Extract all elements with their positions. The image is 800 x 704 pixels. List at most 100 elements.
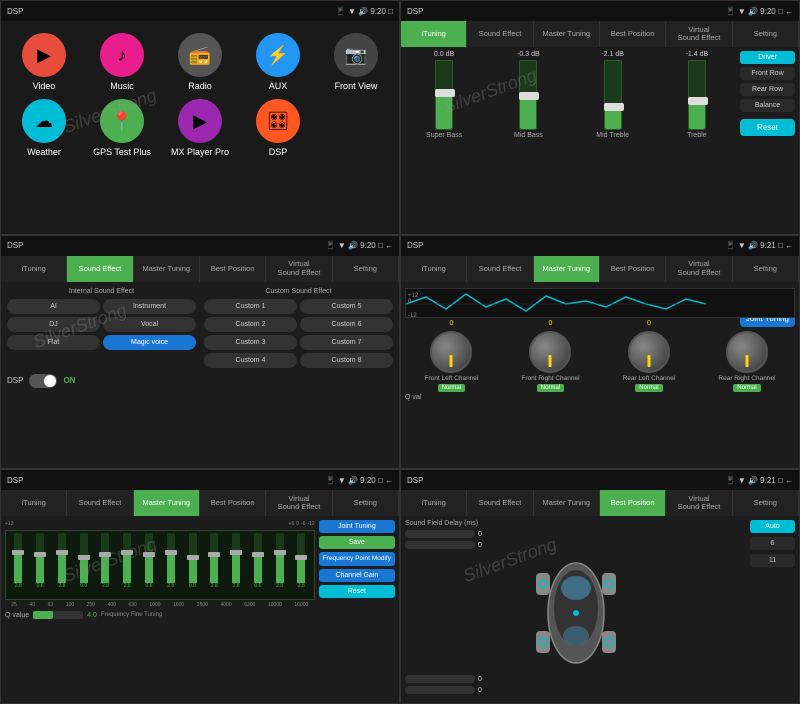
tab-ituning[interactable]: iTuning	[401, 21, 467, 47]
pos-6-btn[interactable]: 6	[750, 537, 795, 550]
eq-fader-4[interactable]: 0.0	[73, 533, 94, 597]
tab-best-4[interactable]: Best Position	[600, 256, 666, 282]
vocal-btn[interactable]: Vocal	[103, 317, 196, 332]
q-slider[interactable]	[33, 611, 83, 619]
custom5-btn[interactable]: Custom 5	[300, 299, 393, 314]
tab-virtual-5[interactable]: VirtualSound Effect	[266, 490, 332, 516]
delay-slider-1[interactable]	[405, 530, 475, 538]
eq-fader-7[interactable]: 0.6	[139, 533, 160, 597]
joint-tuning-eq-btn[interactable]: Joint Tuning	[319, 520, 395, 533]
eq-fader-3[interactable]: 2.8	[52, 533, 73, 597]
dsp-app[interactable]: 🎛 DSP	[243, 99, 313, 157]
rear-right-knob[interactable]	[726, 331, 768, 373]
eq-fader-14[interactable]: 2.8	[291, 533, 312, 597]
master-knobs-status: DSP 📱 ▼ 🔊 9:21 □ ←	[401, 236, 799, 256]
tab-setting-3[interactable]: Setting	[333, 256, 399, 282]
tab-best-5[interactable]: Best Position	[200, 490, 266, 516]
front-left-knob[interactable]	[430, 331, 472, 373]
dj-btn[interactable]: DJ	[7, 317, 100, 332]
delay-slider-2[interactable]	[405, 541, 475, 549]
treble-track[interactable]	[688, 60, 706, 130]
save-btn[interactable]: Save	[319, 536, 395, 549]
mid-treble-track[interactable]	[604, 60, 622, 130]
tab-master-tuning-2[interactable]: Master Tuning	[534, 21, 600, 47]
tab-virtual-3[interactable]: VirtualSound Effect	[266, 256, 332, 282]
tab-setting-5[interactable]: Setting	[333, 490, 399, 516]
eq-fader-13[interactable]: 2.8	[269, 533, 290, 597]
delay-slider-4[interactable]	[405, 686, 475, 694]
freq-40: 40	[29, 602, 35, 608]
db-n12: -12	[307, 521, 314, 527]
freq-6300: 6300	[244, 602, 255, 608]
tab-best-position-2[interactable]: Best Position	[600, 21, 666, 47]
custom3-btn[interactable]: Custom 3	[204, 335, 297, 350]
tab-master-5[interactable]: Master Tuning	[134, 490, 200, 516]
ituning-reset-btn[interactable]: Reset	[740, 119, 795, 136]
weather-app[interactable]: ☁ Weather	[9, 99, 79, 157]
balance-btn[interactable]: Balance	[740, 99, 795, 112]
rear-left-knob[interactable]	[628, 331, 670, 373]
delay-slider-3[interactable]	[405, 675, 475, 683]
front-row-btn[interactable]: Front Row	[740, 67, 795, 80]
tab-sound-4[interactable]: Sound Effect	[467, 256, 533, 282]
tab-master-6[interactable]: Master Tuning	[534, 490, 600, 516]
aux-app[interactable]: ⚡ AUX	[243, 33, 313, 91]
custom1-btn[interactable]: Custom 1	[204, 299, 297, 314]
tab-setting-4[interactable]: Setting	[733, 256, 799, 282]
magic-voice-btn[interactable]: Magic voice	[103, 335, 196, 350]
gps-app[interactable]: 📍 GPS Test Plus	[87, 99, 157, 157]
tab-virtual-4[interactable]: VirtualSound Effect	[666, 256, 732, 282]
instrument-btn[interactable]: Instrument	[103, 299, 196, 314]
front-view-app[interactable]: 📷 Front View	[321, 33, 391, 91]
radio-app[interactable]: 📻 Radio	[165, 33, 235, 91]
tab-ituning-5[interactable]: iTuning	[1, 490, 67, 516]
tab-best-6[interactable]: Best Position	[600, 490, 666, 516]
tab-setting-2[interactable]: Setting	[733, 21, 799, 47]
super-bass-track[interactable]	[435, 60, 453, 130]
tab-ituning-4[interactable]: iTuning	[401, 256, 467, 282]
db-0: 0	[296, 521, 299, 527]
flat-btn[interactable]: Flat	[7, 335, 100, 350]
tab-sound-6[interactable]: Sound Effect	[467, 490, 533, 516]
tab-master-3[interactable]: Master Tuning	[134, 256, 200, 282]
eq-fader-10[interactable]: 2.8	[204, 533, 225, 597]
eq-fader-2[interactable]: 0.6	[30, 533, 51, 597]
front-right-knob[interactable]	[529, 331, 571, 373]
eq-fader-6[interactable]: 2.8	[117, 533, 138, 597]
driver-btn[interactable]: Driver	[740, 51, 795, 64]
dsp-toggle[interactable]	[29, 374, 57, 388]
tab-sound-effect-2[interactable]: Sound Effect	[467, 21, 533, 47]
eq-fader-5[interactable]: 2.8	[95, 533, 116, 597]
tab-ituning-3[interactable]: iTuning	[1, 256, 67, 282]
custom7-btn[interactable]: Custom 7	[300, 335, 393, 350]
channel-gain-btn[interactable]: Channel Gain	[319, 569, 395, 582]
tab-ituning-6[interactable]: iTuning	[401, 490, 467, 516]
mx-icon: ▶	[178, 99, 222, 143]
rear-row-btn[interactable]: Rear Row	[740, 83, 795, 96]
eq-fader-12[interactable]: 0.6	[247, 533, 268, 597]
eq-fader-8[interactable]: 2.8	[160, 533, 181, 597]
eq-fader-1[interactable]: 2.8	[8, 533, 29, 597]
tab-best-3[interactable]: Best Position	[200, 256, 266, 282]
music-app[interactable]: ♪ Music	[87, 33, 157, 91]
tab-virtual-6[interactable]: VirtualSound Effect	[666, 490, 732, 516]
custom2-btn[interactable]: Custom 2	[204, 317, 297, 332]
tab-setting-6[interactable]: Setting	[733, 490, 799, 516]
tab-sound-3[interactable]: Sound Effect	[67, 256, 133, 282]
reset-eq-btn[interactable]: Reset	[319, 585, 395, 598]
mx-player-app[interactable]: ▶ MX Player Pro	[165, 99, 235, 157]
ai-btn[interactable]: AI	[7, 299, 100, 314]
custom8-btn[interactable]: Custom 8	[300, 353, 393, 368]
eq-fader-11[interactable]: 2.8	[226, 533, 247, 597]
tab-sound-5[interactable]: Sound Effect	[67, 490, 133, 516]
auto-btn[interactable]: Auto	[750, 520, 795, 533]
tab-virtual-2[interactable]: VirtualSound Effect	[666, 21, 732, 47]
freq-point-modify-btn[interactable]: Frequency Point Modify	[319, 552, 395, 566]
mid-bass-track[interactable]	[519, 60, 537, 130]
video-app[interactable]: ▶ Video	[9, 33, 79, 91]
pos-11-btn[interactable]: 11	[750, 554, 795, 567]
custom4-btn[interactable]: Custom 4	[204, 353, 297, 368]
tab-master-4[interactable]: Master Tuning	[534, 256, 600, 282]
custom6-btn[interactable]: Custom 6	[300, 317, 393, 332]
eq-fader-9[interactable]: 0.0	[182, 533, 203, 597]
